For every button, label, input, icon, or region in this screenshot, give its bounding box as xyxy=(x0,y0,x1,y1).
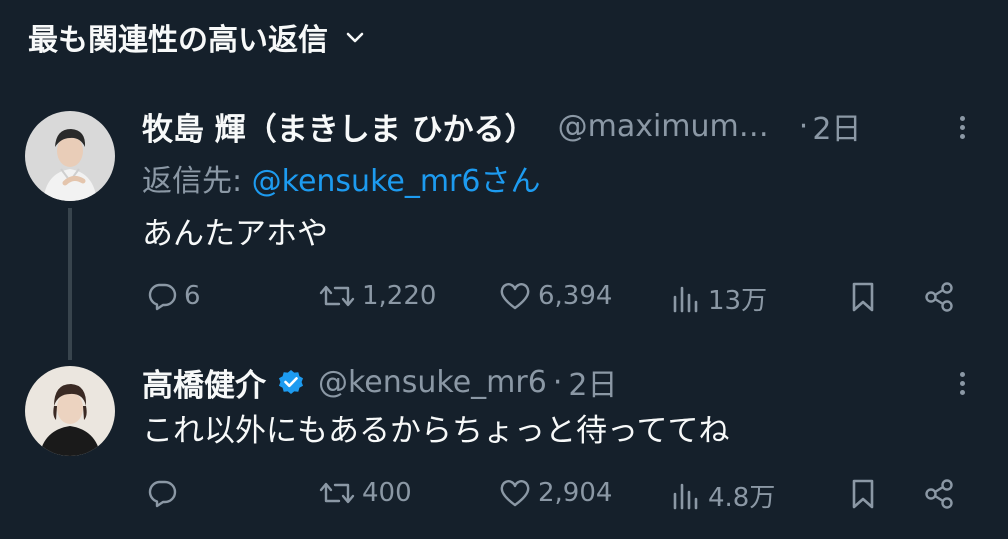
views-button[interactable]: 13万 xyxy=(670,280,767,317)
tweet-timestamp[interactable]: 2日 xyxy=(812,104,861,148)
like-count: 2,904 xyxy=(538,478,613,508)
reply-mention-link[interactable]: @kensuke_mr6さん xyxy=(252,164,541,199)
tweet-header: 高橋健介 @kensuke_mr6 · 2日 xyxy=(142,360,617,404)
tweet-timestamp[interactable]: 2日 xyxy=(568,360,617,404)
user-handle[interactable]: @maximum… xyxy=(558,109,769,144)
tweet-header: 牧島 輝（まきしま ひかる） @maximum… · 2日 xyxy=(142,104,861,148)
reply-button[interactable]: 6 xyxy=(146,280,201,312)
heart-icon xyxy=(498,280,532,312)
share-button[interactable] xyxy=(922,477,956,511)
reply-icon xyxy=(146,477,178,509)
bookmark-button[interactable] xyxy=(848,280,878,314)
retweet-icon xyxy=(318,280,356,312)
like-count: 6,394 xyxy=(538,281,613,311)
chevron-down-icon xyxy=(344,26,366,48)
more-options-icon[interactable] xyxy=(950,366,974,400)
retweet-count: 1,220 xyxy=(362,281,437,311)
views-chart-icon xyxy=(670,480,702,512)
separator-dot: · xyxy=(552,364,563,400)
separator-dot: · xyxy=(798,108,809,144)
display-name[interactable]: 牧島 輝（まきしま ひかる） xyxy=(142,104,536,149)
retweet-button[interactable]: 400 xyxy=(318,477,412,509)
verified-badge-icon xyxy=(276,367,306,397)
views-count: 13万 xyxy=(708,286,768,316)
share-button[interactable] xyxy=(922,280,956,314)
reply-to-line: 返信先: @kensuke_mr6さん xyxy=(142,156,540,200)
tweet-text: これ以外にもあるからちょっと待っててね xyxy=(142,413,730,449)
user-handle[interactable]: @kensuke_mr6 xyxy=(318,365,547,400)
retweet-button[interactable]: 1,220 xyxy=(318,280,436,312)
retweet-icon xyxy=(318,477,356,509)
thread-connector-line xyxy=(68,208,72,360)
avatar[interactable] xyxy=(25,366,115,456)
tweet-text: あんたアホや xyxy=(142,216,328,252)
more-options-icon[interactable] xyxy=(950,110,974,144)
heart-icon xyxy=(498,477,532,509)
reply-count: 6 xyxy=(184,281,201,311)
share-icon xyxy=(922,477,956,511)
retweet-count: 400 xyxy=(362,478,412,508)
reply-to-prefix: 返信先: xyxy=(142,164,243,199)
like-button[interactable]: 2,904 xyxy=(498,477,612,509)
reply-icon xyxy=(146,280,178,312)
bookmark-button[interactable] xyxy=(848,477,878,511)
share-icon xyxy=(922,280,956,314)
views-button[interactable]: 4.8万 xyxy=(670,477,775,514)
bookmark-icon xyxy=(848,477,878,511)
like-button[interactable]: 6,394 xyxy=(498,280,612,312)
views-count: 4.8万 xyxy=(708,483,776,513)
reply-button[interactable] xyxy=(146,477,184,509)
reply-sort-label: 最も関連性の高い返信 xyxy=(28,23,328,58)
reply-sort-selector[interactable]: 最も関連性の高い返信 xyxy=(28,14,366,60)
views-chart-icon xyxy=(670,283,702,315)
display-name[interactable]: 高橋健介 xyxy=(142,360,266,405)
avatar[interactable] xyxy=(25,111,115,201)
bookmark-icon xyxy=(848,280,878,314)
